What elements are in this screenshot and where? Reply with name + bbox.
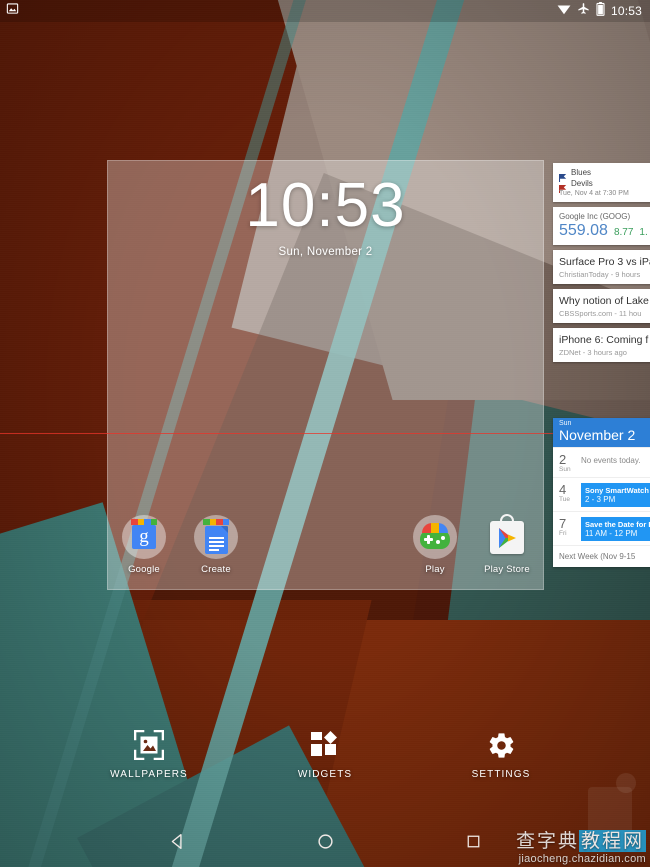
calendar-day-number: 7 (559, 516, 567, 531)
home-action-bar: WALLPAPERS WIDGETS SETTINGS (0, 718, 650, 788)
calendar-day-name: Fri (559, 530, 567, 537)
stock-change: 8.77 (613, 227, 634, 238)
news-source: CBSSports.com - 11 hou (559, 309, 642, 318)
calendar-day-name: Tue (559, 496, 570, 503)
back-button[interactable] (153, 820, 201, 867)
news-source: ChristianToday - 9 hours (559, 270, 641, 279)
battery-icon (596, 1, 605, 21)
now-card-news[interactable]: iPhone 6: Coming f ZDNet - 3 hours ago (553, 328, 650, 362)
calendar-header-date: November 2 (559, 427, 636, 443)
calendar-row[interactable]: 7 Fri Save the Date for Ent 11 AM - 12 P… (553, 511, 650, 545)
now-card-stock[interactable]: Google Inc (GOOG) 559.08 8.77 1. (553, 207, 650, 245)
now-card-sports[interactable]: Blues Devils Tue, Nov 4 at 7:30 PM (553, 163, 650, 202)
calendar-header-dow: Sun (559, 420, 572, 427)
team-name-home: Blues (571, 168, 592, 177)
now-card-news[interactable]: Why notion of Lake CBSSports.com - 11 ho… (553, 289, 650, 323)
android-home-screen: 10:53 10:53 Sun, November 2 g Google Cre… (0, 0, 650, 867)
app-icon-label: Play (425, 564, 445, 575)
calendar-row[interactable]: 2 Sun No events today. (553, 447, 650, 477)
team-name-away: Devils (571, 179, 593, 188)
watermark-ghost-shape (588, 773, 636, 845)
widgets-blocks-icon (270, 726, 380, 764)
home-circle-icon (317, 833, 334, 855)
play-games-folder-icon (413, 515, 457, 559)
recents-button[interactable] (449, 820, 497, 867)
app-icon-google[interactable]: g Google (107, 515, 181, 575)
gear-icon (446, 726, 556, 764)
navigation-bar (0, 820, 650, 867)
team-flag-icon (559, 180, 567, 193)
wallpapers-button[interactable]: WALLPAPERS (94, 726, 204, 780)
stock-price: 559.08 (559, 222, 608, 239)
calendar-next-week[interactable]: Next Week (Nov 9-15 (553, 545, 650, 567)
calendar-row[interactable]: 4 Tue Sony SmartWatch 3 2 - 3 PM (553, 477, 650, 511)
wifi-icon (557, 2, 571, 20)
calendar-day-number: 2 (559, 452, 567, 467)
action-label: SETTINGS (471, 769, 531, 780)
home-button[interactable] (301, 820, 349, 867)
create-folder-icon (194, 515, 238, 559)
action-label: WIDGETS (297, 769, 353, 780)
wallpaper-image-icon (94, 726, 204, 764)
calendar-event-title: Save the Date for Ent (585, 520, 650, 529)
calendar-event[interactable]: Save the Date for Ent 11 AM - 12 PM (581, 517, 650, 541)
calendar-event-time: 2 - 3 PM (585, 495, 616, 504)
calendar-header[interactable]: Sun November 2 (553, 418, 650, 447)
airplane-mode-icon (577, 2, 590, 20)
app-icon-label: Play Store (484, 564, 530, 575)
now-card-news[interactable]: Surface Pro 3 vs iPa ChristianToday - 9 … (553, 250, 650, 284)
google-folder-icon: g (122, 515, 166, 559)
settings-button[interactable]: SETTINGS (446, 726, 556, 780)
news-title: Why notion of Lake (559, 295, 649, 307)
recents-square-icon (466, 834, 481, 854)
widgets-button[interactable]: WIDGETS (270, 726, 380, 780)
news-title: iPhone 6: Coming f (559, 334, 649, 346)
match-time: Tue, Nov 4 at 7:30 PM (559, 190, 629, 197)
calendar-day-number: 4 (559, 482, 567, 497)
calendar-no-events: No events today. (581, 456, 641, 465)
app-icon-play-store[interactable]: Play Store (470, 513, 544, 575)
news-source: ZDNet - 3 hours ago (559, 348, 627, 357)
back-triangle-icon (169, 833, 186, 855)
app-icon-row: g Google Create Play Play Store (107, 513, 544, 590)
status-bar[interactable]: 10:53 (0, 0, 650, 22)
calendar-day-name: Sun (559, 466, 571, 473)
calendar-event-title: Sony SmartWatch 3 (585, 486, 650, 495)
screenshot-icon (6, 2, 19, 20)
news-title: Surface Pro 3 vs iPa (559, 256, 650, 268)
status-bar-clock: 10:53 (610, 4, 642, 18)
calendar-event-time: 11 AM - 12 PM (585, 529, 638, 538)
calendar-event[interactable]: Sony SmartWatch 3 2 - 3 PM (581, 483, 650, 507)
calendar-widget[interactable]: Sun November 2 2 Sun No events today. 4 … (553, 418, 650, 567)
play-store-icon (485, 513, 529, 559)
stock-name: Google Inc (GOOG) (559, 212, 631, 221)
app-icon-create[interactable]: Create (179, 515, 253, 575)
action-label: WALLPAPERS (110, 769, 188, 780)
app-icon-play[interactable]: Play (398, 515, 472, 575)
google-now-widget[interactable]: Blues Devils Tue, Nov 4 at 7:30 PM Googl… (553, 163, 650, 367)
app-icon-label: Google (128, 564, 160, 575)
app-icon-label: Create (201, 564, 231, 575)
stock-change-percent: 1. (639, 227, 648, 238)
team-flag-icon (559, 169, 567, 182)
